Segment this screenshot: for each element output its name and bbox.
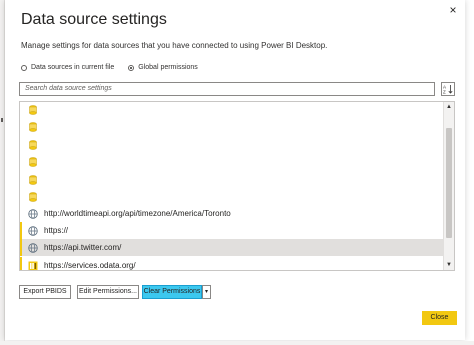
odata-icon [27, 260, 39, 270]
export-pbids-button[interactable]: Export PBIDS [19, 285, 71, 299]
globe-icon [27, 208, 39, 220]
scroll-thumb[interactable] [446, 128, 452, 238]
list-item-label: https://services.odata.org/ [44, 261, 136, 270]
list-item[interactable] [20, 153, 445, 170]
list-item-selected[interactable]: https://api.twitter.com/ [20, 239, 447, 256]
list-item-label: http://worldtimeapi.org/api/timezone/Ame… [44, 209, 231, 218]
database-icon [27, 121, 39, 133]
edit-permissions-button[interactable]: Edit Permissions... [77, 285, 139, 299]
svg-text:Z: Z [443, 90, 446, 95]
list-item[interactable] [20, 118, 445, 135]
list-item[interactable] [20, 171, 445, 188]
database-icon [27, 104, 39, 116]
globe-icon [27, 242, 39, 254]
database-icon [27, 174, 39, 186]
scroll-down-icon[interactable]: ▼ [444, 260, 454, 270]
data-source-settings-dialog: × Data source settings Manage settings f… [5, 0, 465, 340]
list-scrollbar[interactable]: ▲ ▼ [443, 102, 454, 270]
radio-global-permissions-label: Global permissions [138, 64, 198, 71]
radio-current-file-dot[interactable] [21, 64, 27, 71]
scroll-up-icon[interactable]: ▲ [444, 102, 454, 112]
list-item[interactable] [20, 188, 445, 205]
database-icon [27, 139, 39, 151]
radio-global-permissions-dot[interactable] [128, 64, 135, 71]
close-icon[interactable]: × [447, 4, 459, 16]
database-icon [27, 156, 39, 168]
window-bottom-edge [0, 341, 474, 345]
dialog-title: Data source settings [21, 11, 167, 28]
search-input[interactable]: Search data source settings [19, 82, 435, 96]
list-item-label: https://api.twitter.com/ [44, 243, 122, 252]
sort-button[interactable]: A Z [441, 82, 455, 96]
globe-icon [27, 225, 39, 237]
radio-current-file[interactable]: Data sources in current file [21, 64, 114, 71]
clear-permissions-button[interactable]: Clear Permissions [142, 285, 202, 299]
radio-current-file-label: Data sources in current file [31, 64, 115, 71]
scope-radio-group: Data sources in current file Global perm… [21, 64, 198, 71]
close-button[interactable]: Close [422, 311, 457, 325]
list-item[interactable]: http://worldtimeapi.org/api/timezone/Ame… [20, 205, 445, 222]
data-source-list: http://worldtimeapi.org/api/timezone/Ame… [19, 101, 455, 271]
edge-handle [1, 118, 3, 122]
list-item[interactable]: https:// [20, 222, 447, 239]
sort-az-icon: A Z [443, 85, 453, 95]
list-item[interactable] [20, 136, 445, 153]
radio-global-permissions[interactable]: Global permissions [128, 64, 198, 71]
chevron-down-icon[interactable]: ▾ [202, 285, 211, 299]
list-item[interactable]: https://services.odata.org/ [20, 257, 447, 270]
dialog-subtitle: Manage settings for data sources that yo… [21, 41, 328, 50]
database-icon [27, 191, 39, 203]
list-item[interactable] [20, 102, 445, 118]
list-item-label: https:// [44, 226, 69, 235]
